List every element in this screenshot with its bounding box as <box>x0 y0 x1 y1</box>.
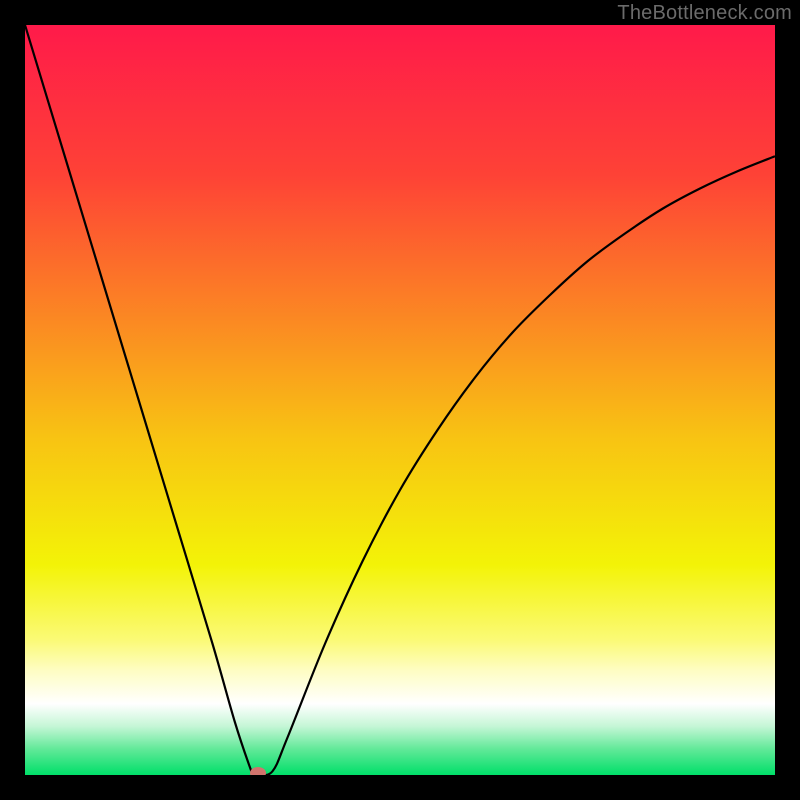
optimal-point-marker <box>250 767 266 775</box>
bottleneck-plot <box>25 25 775 775</box>
plot-area <box>25 25 775 775</box>
chart-frame: TheBottleneck.com <box>0 0 800 800</box>
attribution-text: TheBottleneck.com <box>617 2 792 25</box>
